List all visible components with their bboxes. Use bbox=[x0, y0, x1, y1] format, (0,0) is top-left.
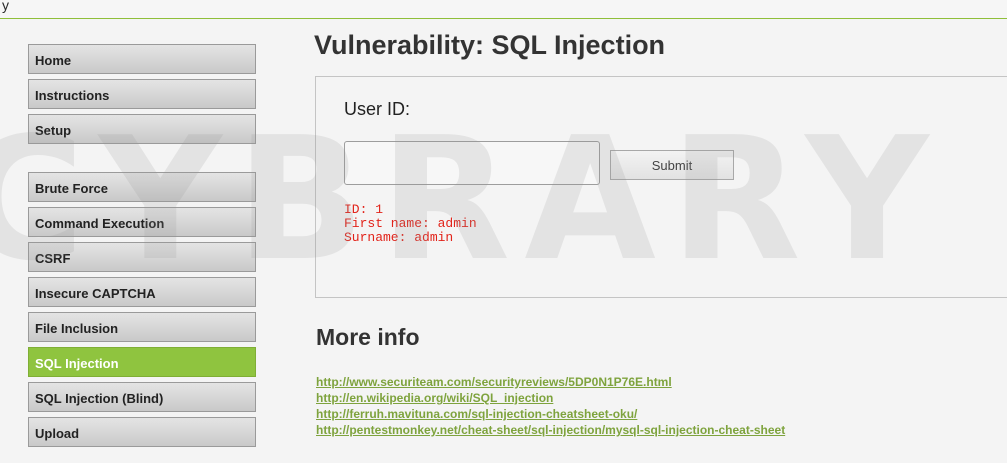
menu-item-instructions[interactable]: Instructions bbox=[28, 79, 256, 109]
user-id-label: User ID: bbox=[344, 99, 411, 119]
menu-item-upload[interactable]: Upload bbox=[28, 417, 256, 447]
menu-item-file-inclusion[interactable]: File Inclusion bbox=[28, 312, 256, 342]
menu-item-insecure-captcha[interactable]: Insecure CAPTCHA bbox=[28, 277, 256, 307]
top-strip: y bbox=[0, 0, 1007, 19]
menu-item-home[interactable]: Home bbox=[28, 44, 256, 74]
user-id-input[interactable] bbox=[344, 141, 600, 185]
menu-item-setup[interactable]: Setup bbox=[28, 114, 256, 144]
menu-item-csrf[interactable]: CSRF bbox=[28, 242, 256, 272]
top-strip-text: y bbox=[2, 0, 9, 13]
more-info-link[interactable]: http://ferruh.mavituna.com/sql-injection… bbox=[316, 407, 637, 421]
sidebar-menu: Home Instructions Setup Brute Force Comm… bbox=[28, 44, 258, 452]
more-info-link[interactable]: http://www.securiteam.com/securityreview… bbox=[316, 375, 672, 389]
menu-item-brute-force[interactable]: Brute Force bbox=[28, 172, 256, 202]
result-first-name-line: First name: admin bbox=[344, 216, 477, 231]
menu-item-command-execution[interactable]: Command Execution bbox=[28, 207, 256, 237]
vulnerability-form-box: User ID: Submit ID: 1 First name: admin … bbox=[315, 76, 1007, 298]
menu-item-sql-injection-blind[interactable]: SQL Injection (Blind) bbox=[28, 382, 256, 412]
result-surname-line: Surname: admin bbox=[344, 230, 454, 245]
more-info-heading: More info bbox=[316, 324, 420, 350]
more-info-link[interactable]: http://en.wikipedia.org/wiki/SQL_injecti… bbox=[316, 391, 553, 405]
result-id-line: ID: 1 bbox=[344, 202, 384, 217]
page-title: Vulnerability: SQL Injection bbox=[314, 30, 666, 60]
submit-button[interactable]: Submit bbox=[610, 150, 734, 180]
query-result: ID: 1 First name: admin Surname: admin bbox=[344, 203, 477, 245]
menu-item-sql-injection[interactable]: SQL Injection bbox=[28, 347, 256, 377]
more-info-links: http://www.securiteam.com/securityreview… bbox=[316, 374, 785, 438]
more-info-link[interactable]: http://pentestmonkey.net/cheat-sheet/sql… bbox=[316, 423, 785, 437]
